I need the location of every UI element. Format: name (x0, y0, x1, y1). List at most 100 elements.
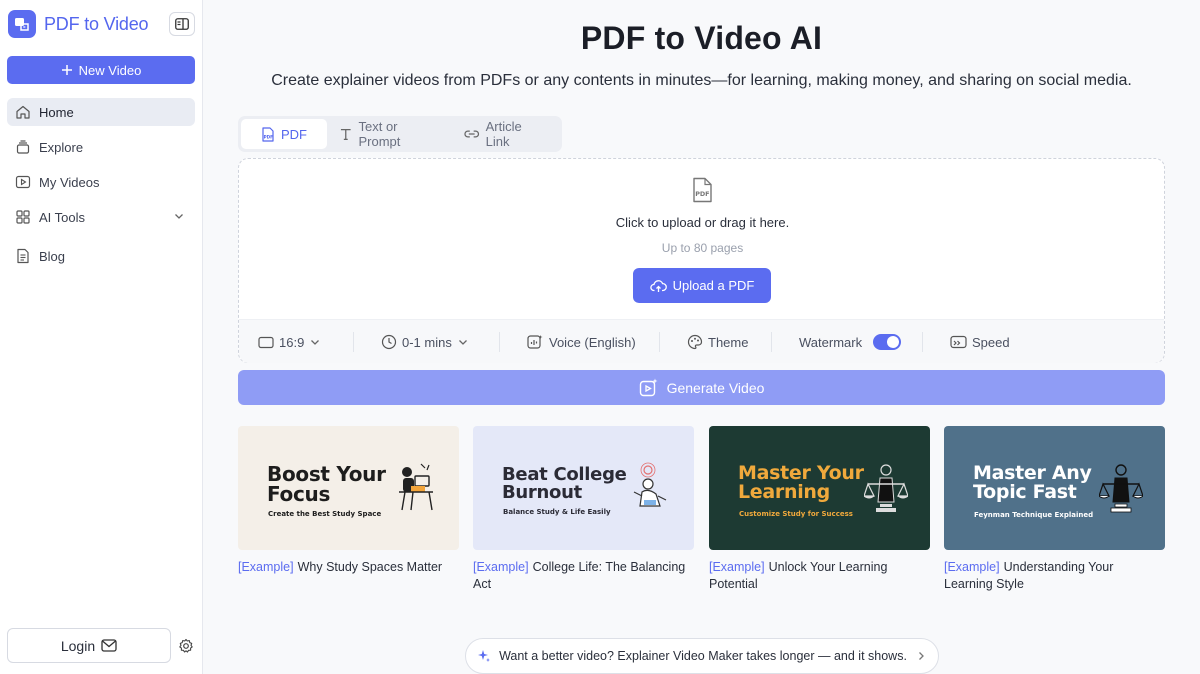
tab-label: Article Link (485, 119, 522, 149)
page-subtitle: Create explainer videos from PDFs or any… (271, 72, 1132, 89)
pdf-upload-icon: PDF (693, 177, 712, 203)
text-icon (340, 129, 351, 140)
generate-video-button[interactable]: Generate Video (238, 370, 1165, 405)
app-name: PDF to Video (44, 13, 149, 34)
sidebar-collapse-button[interactable] (169, 12, 195, 36)
sidebar-item-home[interactable]: Home (7, 98, 195, 126)
example-card[interactable]: Beat College Burnout Balance Study & Life… (473, 426, 694, 593)
tab-label: Text or Prompt (358, 119, 401, 149)
watermark-toggle[interactable] (873, 334, 902, 350)
aspect-ratio-icon (258, 336, 274, 348)
login-label: Login (60, 637, 96, 654)
explainer-promo-banner[interactable]: Want a better video? Explainer Video Mak… (465, 638, 939, 674)
sidebar-item-label: Blog (39, 248, 66, 264)
generate-video-label: Generate Video (666, 379, 765, 396)
theme-select[interactable]: Theme (687, 320, 748, 364)
sidebar-item-label: Home (39, 104, 74, 120)
video-options-bar: 16:9 0-1 mins Voice (English) Theme Wate… (239, 319, 1164, 363)
chevron-right-icon (918, 652, 924, 660)
brand[interactable]: PDF to Video (8, 10, 149, 38)
example-card[interactable]: Master Any Topic Fast Feynman Technique E… (944, 426, 1165, 593)
voice-select[interactable]: Voice (English) (527, 320, 636, 364)
example-thumbnail[interactable]: Master Your Learning Customize Study for … (709, 426, 930, 550)
page-title: PDF to Video AI (580, 20, 823, 56)
gear-icon (179, 638, 193, 653)
home-icon (16, 105, 30, 119)
sidebar-nav: Home Explore My Videos AI Tools Blog (7, 98, 195, 270)
speed-select[interactable]: Speed (950, 320, 1010, 364)
speed-value: Speed (972, 334, 1010, 350)
duration-select[interactable]: 0-1 mins (381, 320, 469, 364)
clock-icon (381, 334, 397, 350)
svg-text:PDF: PDF (695, 190, 709, 198)
pdf-dropzone[interactable]: PDF Click to upload or drag it here. Up … (238, 158, 1165, 363)
palette-icon (687, 334, 703, 350)
example-caption[interactable]: [Example] Why Study Spaces Matter (238, 559, 459, 576)
watermark-setting: Watermark (799, 320, 902, 364)
sidebar-item-label: Explore (39, 139, 84, 155)
thumbnail-subtitle: Customize Study for Success (739, 510, 853, 518)
thumbnail-subtitle: Create the Best Study Space (268, 510, 382, 518)
upload-prompt: Click to upload or drag it here. (615, 215, 790, 230)
sidebar-item-my-videos[interactable]: My Videos (7, 168, 195, 196)
chevron-down-icon (458, 340, 467, 345)
sidebar-toggle-icon (175, 18, 189, 30)
example-caption[interactable]: [Example] College Life: The Balancing Act (473, 559, 694, 593)
mail-icon (101, 639, 117, 652)
upload-button-label: Upload a PDF (672, 278, 755, 293)
sidebar-item-blog[interactable]: Blog (7, 242, 195, 270)
link-icon (464, 130, 480, 138)
settings-button[interactable] (178, 638, 194, 654)
thumbnail-title: Beat College Burnout (502, 464, 627, 503)
thumbnail-subtitle: Feynman Technique Explained (974, 511, 1094, 519)
example-thumbnail[interactable]: Master Any Topic Fast Feynman Technique E… (944, 426, 1165, 550)
aspect-ratio-select[interactable]: 16:9 (258, 320, 321, 364)
video-sparkle-icon (639, 378, 658, 396)
new-video-label: New Video (78, 62, 142, 78)
voice-icon (527, 335, 543, 349)
thumbnail-title: Master Your Learning (738, 462, 864, 503)
video-icon (15, 175, 31, 189)
aspect-ratio-value: 16:9 (279, 334, 305, 350)
thumbnail-title: Master Any Topic Fast (973, 462, 1092, 503)
voice-value: Voice (English) (549, 334, 636, 350)
new-video-button[interactable]: New Video (7, 56, 195, 84)
sidebar-item-label: AI Tools (39, 209, 86, 225)
example-thumbnail[interactable]: Beat College Burnout Balance Study & Life… (473, 426, 694, 550)
example-thumbnail[interactable]: Boost Your Focus Create the Best Study Sp… (238, 426, 459, 550)
svg-text:PDF: PDF (264, 134, 274, 139)
example-videos: Boost Your Focus Create the Best Study Sp… (238, 426, 1165, 606)
login-button[interactable]: Login (7, 628, 171, 663)
grid-icon (16, 210, 30, 224)
input-type-tabs: PDF PDF Text or Prompt Article Link (238, 116, 562, 152)
main-content: PDF to Video AI Create explainer videos … (203, 0, 1200, 674)
study-desk-illustration (399, 463, 433, 511)
pdf-file-icon: PDF (262, 126, 274, 142)
example-card[interactable]: Master Your Learning Customize Study for … (709, 426, 930, 593)
tab-label: PDF (280, 126, 307, 142)
sidebar-item-explore[interactable]: Explore (7, 133, 195, 161)
balance-scale-illustration (864, 464, 908, 512)
plus-icon (61, 65, 72, 75)
burnout-person-illustration (633, 462, 667, 507)
app-logo-icon (8, 10, 36, 38)
speed-icon (950, 335, 967, 348)
example-card[interactable]: Boost Your Focus Create the Best Study Sp… (238, 426, 459, 576)
sparkle-icon (478, 650, 491, 662)
cloud-upload-icon (649, 279, 667, 292)
tab-text-or-prompt[interactable]: Text or Prompt (327, 119, 452, 149)
watermark-label: Watermark (799, 334, 863, 350)
sidebar: PDF to Video New Video Home Explore My V… (0, 0, 203, 674)
thumbnail-subtitle: Balance Study & Life Easily (503, 508, 611, 516)
tab-pdf[interactable]: PDF PDF (241, 119, 327, 149)
theme-value: Theme (708, 334, 749, 350)
example-caption[interactable]: [Example] Unlock Your Learning Potential (709, 559, 930, 593)
sidebar-item-ai-tools[interactable]: AI Tools (7, 203, 195, 231)
thumbnail-title: Boost Your Focus (267, 462, 386, 506)
upload-pdf-button[interactable]: Upload a PDF (633, 268, 771, 303)
example-caption[interactable]: [Example] Understanding Your Learning Sty… (944, 559, 1165, 593)
chevron-down-icon (311, 340, 320, 345)
balance-scale-illustration (1099, 464, 1143, 513)
tab-article-link[interactable]: Article Link (452, 119, 559, 149)
sidebar-item-label: My Videos (39, 174, 100, 190)
